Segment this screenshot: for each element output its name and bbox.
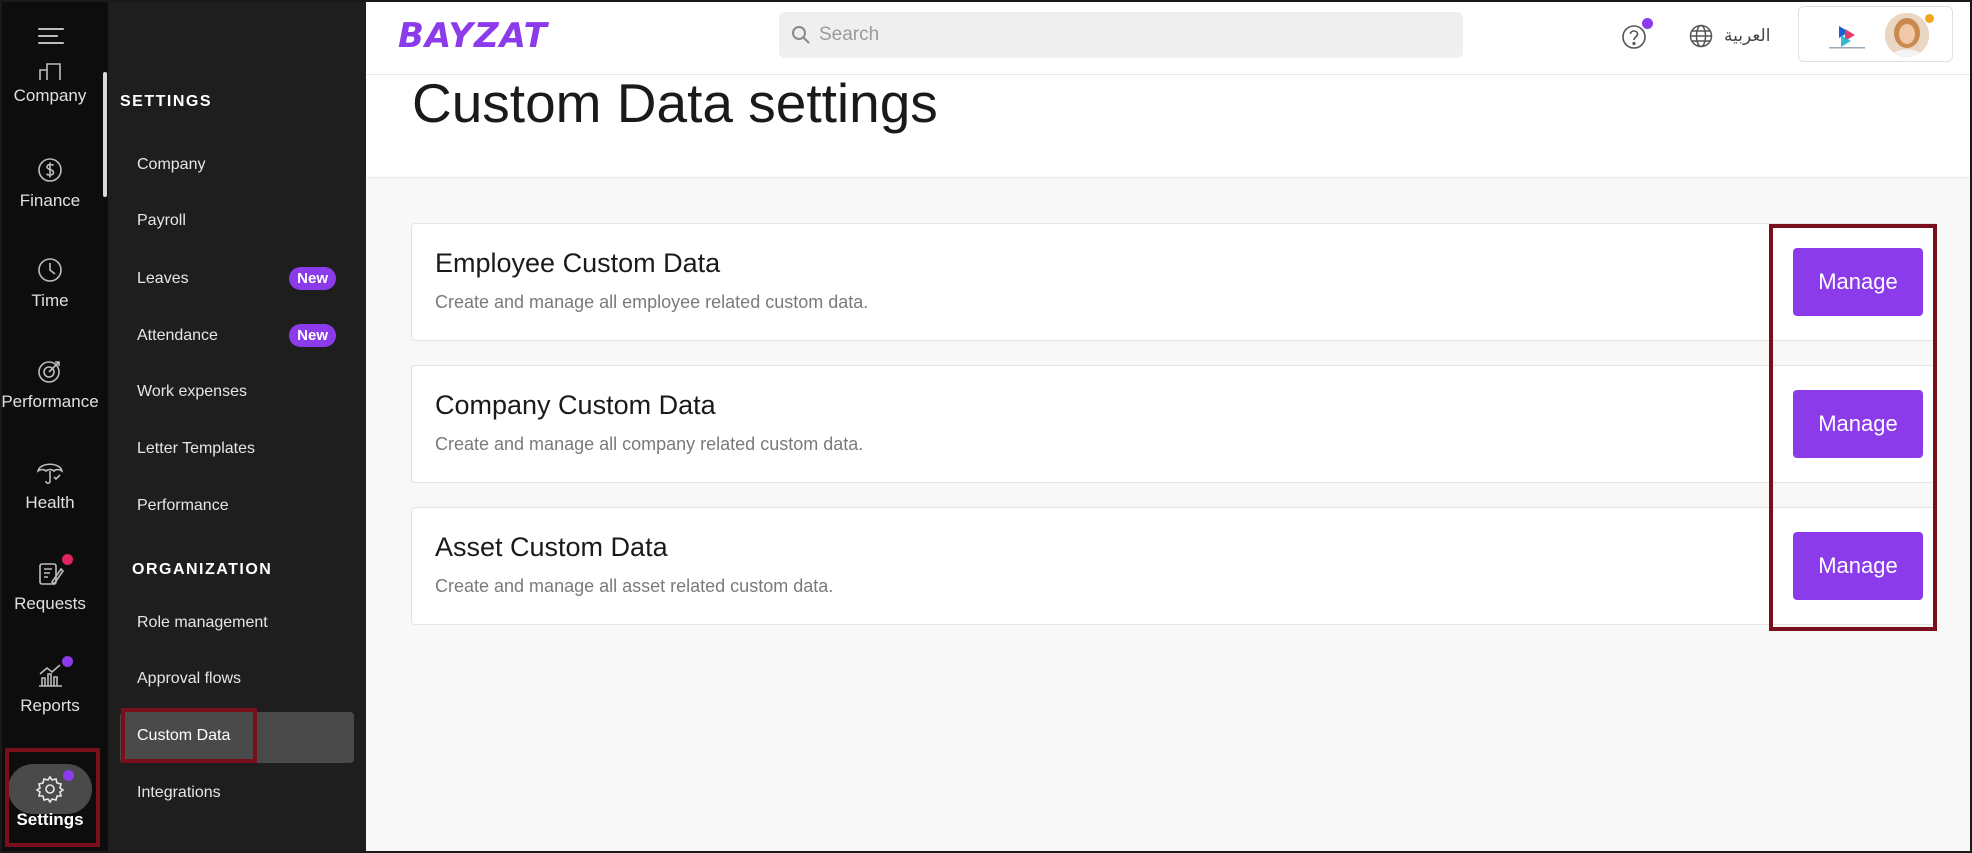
organization-heading: ORGANIZATION <box>132 561 273 578</box>
company-custom-data-card: Company Custom Data Create and manage al… <box>411 365 1937 483</box>
employee-custom-data-card: Employee Custom Data Create and manage a… <box>411 223 1937 341</box>
request-icon <box>35 558 65 588</box>
search-input[interactable] <box>819 18 1419 52</box>
settings-item-company[interactable]: Company <box>137 156 205 174</box>
org-item-integrations[interactable]: Integrations <box>137 784 221 802</box>
notification-dot <box>62 656 73 667</box>
settings-heading: SETTINGS <box>120 93 213 110</box>
rail-item-finance[interactable]: Finance <box>0 155 100 211</box>
account-menu[interactable] <box>1798 6 1953 62</box>
settings-item-letter-templates[interactable]: Letter Templates <box>137 440 255 458</box>
rail-item-label: Performance <box>1 392 99 411</box>
gear-icon <box>35 774 65 804</box>
settings-item-payroll[interactable]: Payroll <box>137 212 186 230</box>
notification-dot <box>1642 18 1653 29</box>
settings-item-work-expenses[interactable]: Work expenses <box>137 383 247 401</box>
rail-item-company[interactable]: Company <box>0 60 100 106</box>
avatar <box>1885 13 1929 57</box>
clock-icon <box>35 255 65 285</box>
reports-icon <box>35 660 65 690</box>
notification-dot <box>62 554 73 565</box>
new-badge: New <box>289 324 336 347</box>
card-title: Asset Custom Data <box>435 532 668 562</box>
rail-item-time[interactable]: Time <box>0 255 100 311</box>
rail-item-settings[interactable]: Settings <box>0 770 100 830</box>
rail-item-health[interactable]: Health <box>0 457 100 513</box>
settings-item-leaves[interactable]: Leaves <box>137 270 189 288</box>
page-title: Custom Data settings <box>412 72 938 134</box>
manage-button[interactable]: Manage <box>1793 248 1923 316</box>
rail-item-performance[interactable]: Performance <box>0 356 100 412</box>
umbrella-icon <box>35 457 65 487</box>
manage-button[interactable]: Manage <box>1793 532 1923 600</box>
title-band: Custom Data settings <box>366 75 1972 178</box>
notification-dot <box>1924 13 1935 24</box>
org-item-custom-data[interactable]: Custom Data <box>137 727 230 745</box>
rail-item-label: Settings <box>16 810 84 829</box>
hamburger-menu-icon[interactable] <box>38 26 64 46</box>
card-description: Create and manage all company related cu… <box>435 434 864 454</box>
search-bar[interactable] <box>779 12 1463 58</box>
company-logo-icon <box>1829 26 1865 49</box>
bayzat-logo[interactable]: BAYZAT <box>398 16 548 56</box>
primary-nav-rail: Company Finance Time Performance Health … <box>0 0 108 853</box>
globe-icon <box>1689 24 1713 48</box>
rail-item-requests[interactable]: Requests <box>0 554 100 614</box>
settings-panel: SETTINGS Company Payroll Leaves New Atte… <box>108 0 366 853</box>
language-switcher[interactable]: العربية <box>1688 20 1770 52</box>
language-label: العربية <box>1724 26 1771 45</box>
rail-item-label: Finance <box>19 191 81 210</box>
top-header: BAYZAT العربية <box>366 0 1972 75</box>
help-button[interactable] <box>1619 18 1653 52</box>
dollar-icon <box>35 155 65 185</box>
new-badge: New <box>289 267 336 290</box>
org-item-approval-flows[interactable]: Approval flows <box>137 670 241 688</box>
main-content: Custom Data settings Employee Custom Dat… <box>366 75 1972 853</box>
org-item-role-management[interactable]: Role management <box>137 614 268 632</box>
search-icon <box>791 25 811 45</box>
manage-button[interactable]: Manage <box>1793 390 1923 458</box>
card-description: Create and manage all employee related c… <box>435 292 869 312</box>
card-description: Create and manage all asset related cust… <box>435 576 834 596</box>
rail-item-label: Reports <box>20 696 80 715</box>
settings-item-attendance[interactable]: Attendance <box>137 327 218 345</box>
card-title: Employee Custom Data <box>435 248 721 278</box>
card-title: Company Custom Data <box>435 390 716 420</box>
rail-item-label: Requests <box>14 594 86 613</box>
rail-item-label: Company <box>13 86 87 105</box>
target-icon <box>35 356 65 386</box>
notification-dot <box>63 770 74 781</box>
building-icon <box>35 60 65 80</box>
settings-item-performance[interactable]: Performance <box>137 497 229 515</box>
rail-item-label: Health <box>25 493 75 512</box>
rail-item-reports[interactable]: Reports <box>0 656 100 716</box>
rail-scrollbar[interactable] <box>103 72 107 197</box>
asset-custom-data-card: Asset Custom Data Create and manage all … <box>411 507 1937 625</box>
rail-item-label: Time <box>31 291 69 310</box>
